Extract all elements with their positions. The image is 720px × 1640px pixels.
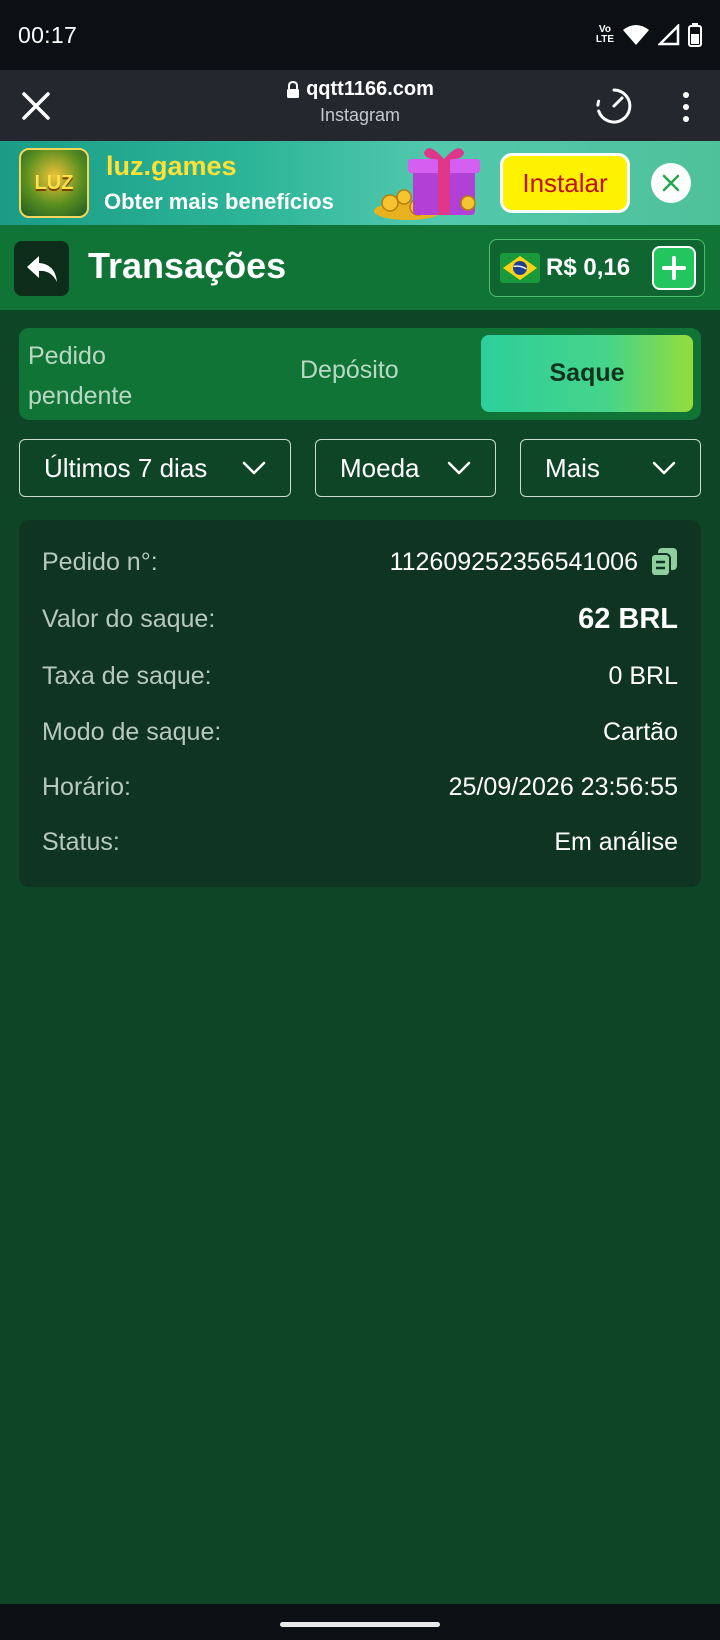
tab-withdraw[interactable]: Saque [481,335,693,412]
install-banner: LUZ luz.games Obter mais benefícios Inst… [0,141,720,225]
chevron-down-icon [652,461,676,475]
close-icon [662,174,680,192]
status-icons: Vo LTE [596,23,702,47]
add-funds-button[interactable] [652,246,696,290]
back-button[interactable] [14,241,69,296]
row-label: Horário: [42,772,131,801]
withdrawal-details-card: Pedido n°: 112609252356541006 Valor do s… [19,520,701,887]
url-line: qqtt1166.com [200,78,520,101]
url-source: Instagram [319,105,401,125]
order-number: 112609252356541006 [389,547,638,576]
time-row: Horário: 25/09/2026 23:56:55 [42,767,678,807]
more-options-icon[interactable] [672,90,700,124]
plus-icon [662,256,686,280]
wifi-icon [623,25,649,45]
timer-icon[interactable] [594,86,634,126]
order-number-value: 112609252356541006 [390,547,678,577]
withdraw-amount-value: 62 BRL [578,602,678,635]
status-row: Status: Em análise [42,822,678,862]
withdraw-fee-value: 0 BRL [608,661,678,690]
row-label: Valor do saque: [42,604,216,633]
more-filter-label: Mais [545,452,600,483]
copy-icon[interactable] [650,547,678,577]
gift-box-icon [374,148,480,220]
chevron-down-icon [447,461,471,475]
status-value: Em análise [554,827,678,856]
page-title: Transações [88,245,287,286]
battery-icon [688,23,702,47]
period-filter-label: Últimos 7 dias [44,452,208,483]
withdraw-method-row: Modo de saque: Cartão [42,712,678,752]
banner-app-name: luz.games [106,151,237,181]
reply-arrow-icon [26,255,57,282]
balance-amount: R$ 0,16 [546,254,631,281]
row-label: Pedido n°: [42,547,158,576]
status-time: 00:17 [18,21,78,48]
banner-tagline: Obter mais benefícios [104,189,334,214]
withdraw-method-value: Cartão [602,717,678,746]
url-text: qqtt1166.com [306,78,434,100]
chevron-down-icon [242,461,266,475]
transaction-type-tabs: Pedido pendente Depósito Saque [19,328,701,420]
brazil-flag-icon [500,253,540,283]
balance-widget: R$ 0,16 [489,239,705,297]
signal-icon [658,24,680,46]
home-gesture-handle[interactable] [280,1622,440,1627]
lock-icon [287,80,300,98]
gesture-nav-bar [0,1604,720,1640]
currency-filter-label: Moeda [340,452,420,483]
order-number-row: Pedido n°: 112609252356541006 [42,542,678,582]
tab-deposit[interactable]: Depósito [300,356,399,385]
withdraw-amount-row: Valor do saque: 62 BRL [42,599,678,639]
period-filter-dropdown[interactable]: Últimos 7 dias [19,439,291,497]
withdraw-fee-row: Taxa de saque: 0 BRL [42,656,678,696]
row-label: Modo de saque: [42,717,222,746]
install-button[interactable]: Instalar [500,153,630,213]
app-logo: LUZ [19,148,89,218]
address-box[interactable]: qqtt1166.com Instagram [200,78,520,126]
banner-close-button[interactable] [651,163,691,203]
more-filter-dropdown[interactable]: Mais [520,439,701,497]
page-header: Transações R$ 0,16 [0,225,720,310]
browser-toolbar: qqtt1166.com Instagram [0,70,720,141]
currency-filter-dropdown[interactable]: Moeda [315,439,496,497]
close-icon[interactable] [18,88,54,124]
tab-pending-order[interactable]: Pedido pendente [28,336,198,416]
time-value: 25/09/2026 23:56:55 [448,772,678,801]
status-bar: 00:17 Vo LTE [0,0,720,70]
row-label: Taxa de saque: [42,661,212,690]
row-label: Status: [42,827,120,856]
volte-icon: Vo LTE [595,24,614,45]
